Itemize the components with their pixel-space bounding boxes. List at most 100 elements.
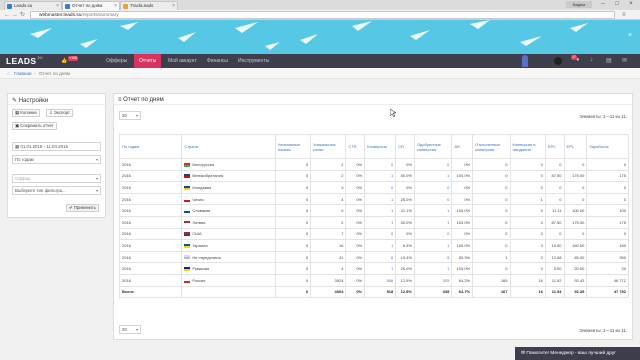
save-report-button[interactable]: ▣ Сохранить отчет [12,122,57,130]
minimize-icon[interactable]: – [596,0,610,9]
cell-value: 2016 [122,266,131,272]
rocket-icon[interactable] [522,55,528,67]
column-header[interactable]: EPC [544,134,565,159]
browser-tab[interactable]: TrackLeads × [120,1,178,10]
cell-value: 165 [500,277,508,283]
filter-type-select[interactable]: Выберите тип фильтра... ▾ [12,186,101,195]
column-header[interactable]: По годам [118,134,183,159]
total-cell: 0% [345,285,366,299]
table-cell: 10.00 [544,239,565,252]
column-header[interactable]: AR [451,134,474,159]
nav-tools[interactable]: Инструменты [238,54,269,68]
page-size-select-bottom[interactable]: 30 ▾ [119,325,141,334]
close-icon[interactable]: × [56,2,59,10]
table-cell: 19.4% [395,250,415,264]
column-header[interactable]: Страна [181,134,276,159]
forward-icon[interactable]: → [12,11,18,19]
column-header[interactable]: Отклоненные конверсии [472,134,511,159]
nav-offers[interactable]: Офферы [106,54,127,68]
cell-value: Молдавия [192,184,212,190]
total-cell: 47 792 [586,285,629,299]
table-cell: 0 [563,158,588,171]
table-cell: 87.50 [544,169,565,183]
table-cell: 25.0% [395,262,415,275]
table-cell: 4 [310,262,347,275]
page-size-select[interactable]: 30 ▾ [119,111,141,120]
cell-value: 175.00 [572,219,585,225]
bell-icon[interactable]: ♪ [590,57,593,63]
url-field[interactable]: webmaster.leads.su/reports/summary [30,11,615,19]
column-header[interactable]: CTR [345,134,366,159]
table-cell: 165 [472,273,511,287]
column-header[interactable]: CR [395,134,415,159]
close-icon[interactable]: × [172,2,175,10]
cell-value: 12.58 [551,254,562,260]
table-cell: 0 [544,181,565,194]
table-cell: 0% [345,250,366,264]
cell-value: 160 [619,242,626,248]
column-header[interactable]: Заработок [586,134,629,159]
browser-profile-chip[interactable]: Вадим [566,1,592,8]
cell-value: 175 [619,219,626,225]
wallet-icon[interactable]: ▤ [606,57,612,64]
cell-value: 100.0% [456,219,471,225]
table-cell: 6.3% [395,239,415,252]
table-row: 2016 Латвия 0 2 0% 1 50.0% 1 100.0% 0 0 87.50 175.00… [118,215,629,229]
cell-value: 16 [338,242,344,248]
nav-account[interactable]: Мой аккаунт [168,54,197,68]
table-cell: 0% [345,262,366,275]
cell-value: 0% [356,196,363,202]
cell-value: 5.00 [553,266,562,272]
export-button[interactable]: ⇩ Экспорт [46,109,73,117]
columns-button[interactable]: ▦ Колонки [12,109,40,117]
column-header[interactable]: Одобренные конверсии [413,134,453,159]
column-header[interactable]: Уникальные показы [274,134,312,159]
table-cell: 0 [274,169,312,183]
cell-value: 100.0% [456,266,471,272]
close-icon[interactable]: × [114,2,117,10]
window-close-icon[interactable]: × [624,0,638,9]
table-cell: 175 [586,215,629,229]
banner-close-icon[interactable]: × [628,32,632,39]
logo[interactable]: LEADSSU [6,56,43,66]
date-range-field[interactable]: ▦ 01.01.2016 - 11.04.2016 [12,142,101,151]
cell-value: 64.2% [458,277,471,283]
cell-value: 25.0% [400,196,412,202]
back-icon[interactable]: ← [4,11,10,19]
table-cell: 9 [310,204,347,217]
mail-icon[interactable]: ✉ [622,57,627,64]
reload-icon[interactable]: ↻ [20,11,25,19]
group-by-select[interactable]: По годам ▾ [12,155,101,164]
cell-value: 1 [391,196,394,202]
table-cell: 175.00 [563,169,588,183]
nav-reports[interactable]: Отчеты [134,54,162,68]
cell-value: 2016 [122,208,131,214]
support-chat-button[interactable]: ✉ Помогите! Менеджер - ваш лучший друг [515,347,640,360]
cell-value: 100.00 [572,208,585,214]
cell-value: 0 [540,254,543,260]
cell-value: 0% [356,219,363,225]
cell-value: 0 [391,231,394,237]
cell-value: 0% [464,184,471,190]
avatar[interactable] [554,57,562,65]
column-header[interactable]: Конверсии в ожидании [509,134,546,159]
cell-value: 0 [559,231,562,237]
offer-select[interactable]: Оффер ▾ [12,174,101,183]
menu-icon[interactable]: ≡ [622,11,626,19]
column-header[interactable]: EPL [563,134,588,159]
cell-value: 12.9% [400,277,412,283]
browser-tab-active[interactable]: Отчет по дням × [62,1,120,10]
maximize-icon[interactable]: □ [610,0,624,9]
total-cell: 0 [274,285,312,299]
table-cell: 0 [472,204,511,217]
breadcrumb-home[interactable]: Главная [14,68,31,79]
browser-tab[interactable]: Leads.su × [4,1,62,10]
column-header[interactable]: Уникальные клики [310,134,347,159]
table-cell: 0% [345,181,366,194]
nav-finance[interactable]: Финансы [207,54,228,68]
table-cell: 0 [274,215,312,229]
table-row: 2016 Молдавия 0 3 0% 0 0% 0 0% 0 0 0 0 0 [118,181,629,194]
apply-button[interactable]: ✔ Применить [66,204,99,212]
column-header[interactable]: Конверсии [364,134,397,159]
cell-value: 0 [505,231,508,237]
